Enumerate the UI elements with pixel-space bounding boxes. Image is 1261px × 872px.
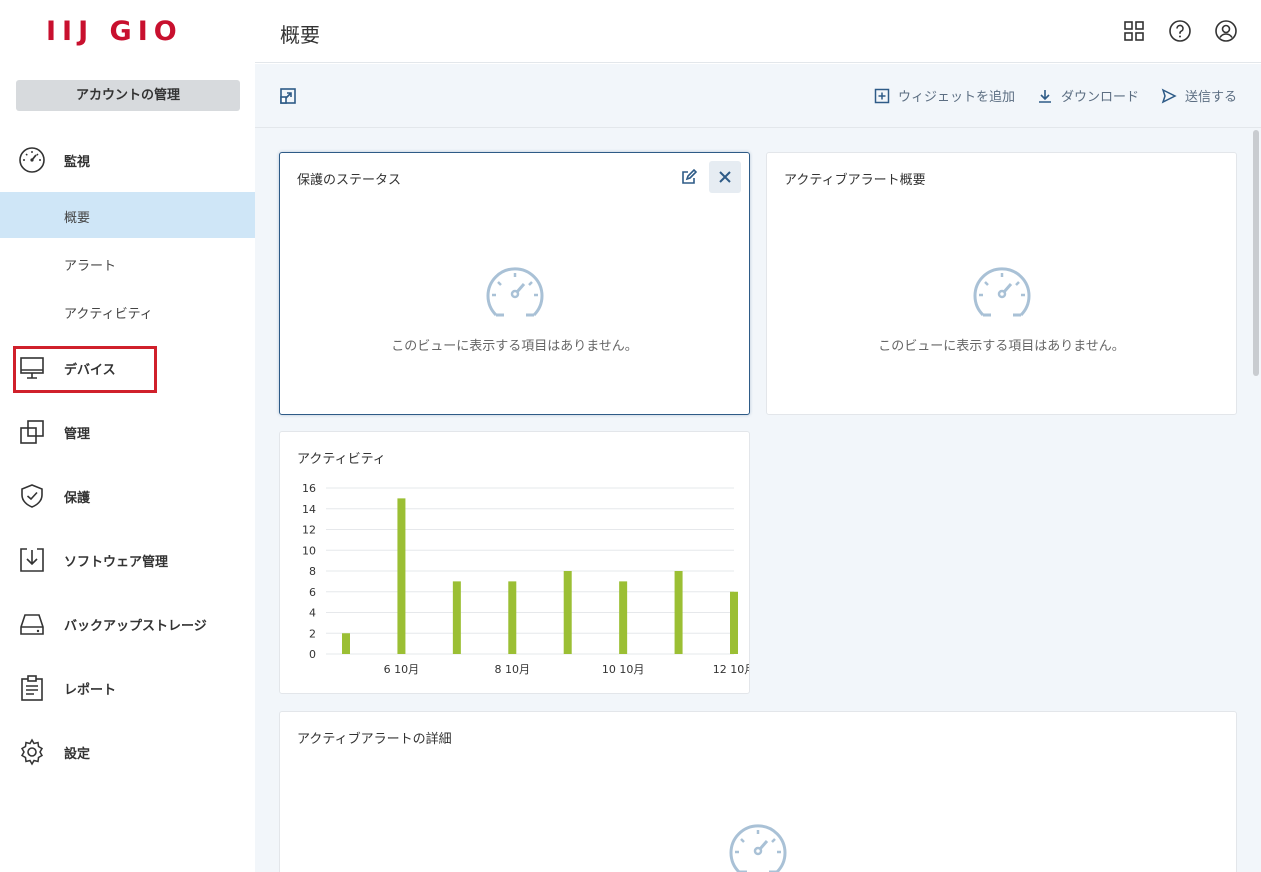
send-icon (1161, 88, 1177, 103)
sidebar-item-alerts[interactable]: アラート (0, 240, 255, 286)
bar[interactable] (452, 581, 461, 654)
bar[interactable] (508, 581, 517, 654)
sidebar: IIJ GIO アカウントの管理 監視 概要 アラート アクティビティ デバイス… (0, 0, 255, 872)
y-tick-label: 0 (309, 648, 316, 661)
software-install-icon (18, 546, 46, 574)
widget-activity[interactable]: アクティビティ 0 2 4 6 8 10 12 14 16 6 10月 8 10月 10 10月 12 … (279, 431, 755, 694)
download-label: ダウンロード (1060, 90, 1139, 105)
widget-active-alerts-summary[interactable]: アクティブアラート概要 このビューに表示する項目はありません。 (766, 152, 1237, 415)
widget-title: 保護のステータス (297, 173, 402, 188)
nav-settings-label: 設定 (64, 746, 91, 762)
widget-protection-status[interactable]: 保護のステータス このビューに表示する項目はありません。 (279, 152, 750, 415)
user-account-icon[interactable] (1213, 18, 1239, 44)
nav-report[interactable]: レポート (0, 673, 255, 703)
x-tick-label: 12 10月 (713, 663, 749, 676)
main-content: ウィジェットを追加 ダウンロード 送信する 保護のステータス このビューに表示す… (255, 64, 1261, 872)
y-tick-label: 4 (309, 607, 316, 620)
nav-monitor[interactable]: 監視 (0, 145, 255, 175)
activity-bar-chart: 0 2 4 6 8 10 12 14 16 6 10月 8 10月 10 10月 12 10月 (302, 482, 755, 676)
bar[interactable] (619, 581, 628, 654)
nav-settings[interactable]: 設定 (0, 737, 255, 767)
x-tick-label: 6 10月 (384, 663, 420, 676)
x-tick-label: 8 10月 (495, 663, 531, 676)
account-management-button[interactable]: アカウントの管理 (16, 80, 240, 111)
shield-icon (18, 482, 46, 510)
widget-title: アクティブアラートの詳細 (297, 732, 452, 747)
bar[interactable] (674, 571, 683, 654)
speedometer-icon (973, 267, 1030, 317)
y-tick-label: 6 (309, 586, 316, 599)
highlight-box (13, 346, 157, 393)
expand-icon[interactable] (279, 87, 297, 109)
nav-software[interactable]: ソフトウェア管理 (0, 545, 255, 575)
close-icon[interactable] (709, 161, 741, 193)
sidebar-item-label: アクティビティ (64, 307, 153, 322)
nav-software-label: ソフトウェア管理 (64, 554, 169, 570)
widget-title: アクティビティ (297, 452, 386, 467)
plus-square-icon (874, 88, 890, 103)
speedometer-icon (729, 824, 787, 872)
sidebar-item-activity[interactable]: アクティビティ (0, 288, 255, 334)
sidebar-item-label: アラート (64, 259, 117, 274)
send-button[interactable]: 送信する (1161, 86, 1237, 105)
scrollbar[interactable] (1253, 130, 1259, 376)
apps-grid-icon[interactable] (1121, 18, 1147, 44)
y-tick-label: 2 (309, 627, 316, 640)
nav-monitor-label: 監視 (64, 154, 91, 170)
bar[interactable] (730, 591, 738, 654)
bar[interactable] (397, 498, 406, 654)
bar[interactable] (342, 633, 350, 654)
top-bar: 概要 (255, 0, 1261, 63)
nav-management[interactable]: 管理 (0, 417, 255, 447)
sidebar-item-label: 概要 (64, 211, 91, 226)
empty-message: このビューに表示する項目はありません。 (878, 339, 1125, 354)
y-tick-label: 16 (302, 482, 316, 495)
widget-active-alert-details[interactable]: アクティブアラートの詳細 (279, 711, 1237, 872)
add-widget-button[interactable]: ウィジェットを追加 (874, 86, 1015, 105)
add-widget-label: ウィジェットを追加 (897, 90, 1015, 105)
management-icon (18, 418, 46, 446)
clipboard-icon (18, 674, 46, 702)
edit-icon[interactable] (673, 161, 705, 193)
y-tick-label: 8 (309, 565, 316, 578)
help-icon[interactable] (1167, 18, 1193, 44)
empty-message: このビューに表示する項目はありません。 (391, 339, 638, 354)
download-button[interactable]: ダウンロード (1037, 86, 1139, 105)
download-icon (1038, 89, 1051, 103)
speedometer-icon (18, 146, 46, 174)
nav-backup-label: バックアップストレージ (64, 618, 207, 634)
sidebar-item-overview[interactable]: 概要 (0, 192, 255, 238)
nav-management-label: 管理 (64, 426, 91, 442)
widget-title: アクティブアラート概要 (784, 173, 926, 188)
send-label: 送信する (1184, 90, 1237, 105)
nav-report-label: レポート (64, 682, 117, 698)
speedometer-icon (486, 267, 543, 317)
hard-drive-icon (18, 610, 46, 638)
dashboard-toolbar: ウィジェットを追加 ダウンロード 送信する (255, 64, 1261, 128)
x-tick-label: 10 10月 (602, 663, 645, 676)
brand-logo[interactable]: IIJ GIO (46, 16, 183, 47)
bar[interactable] (563, 571, 572, 654)
y-tick-label: 12 (302, 524, 316, 537)
nav-protection-label: 保護 (64, 490, 91, 506)
y-tick-label: 14 (302, 503, 316, 516)
nav-backup[interactable]: バックアップストレージ (0, 609, 255, 639)
nav-protection[interactable]: 保護 (0, 481, 255, 511)
gear-icon (18, 738, 46, 766)
y-tick-label: 10 (302, 544, 316, 557)
page-title: 概要 (280, 23, 320, 47)
